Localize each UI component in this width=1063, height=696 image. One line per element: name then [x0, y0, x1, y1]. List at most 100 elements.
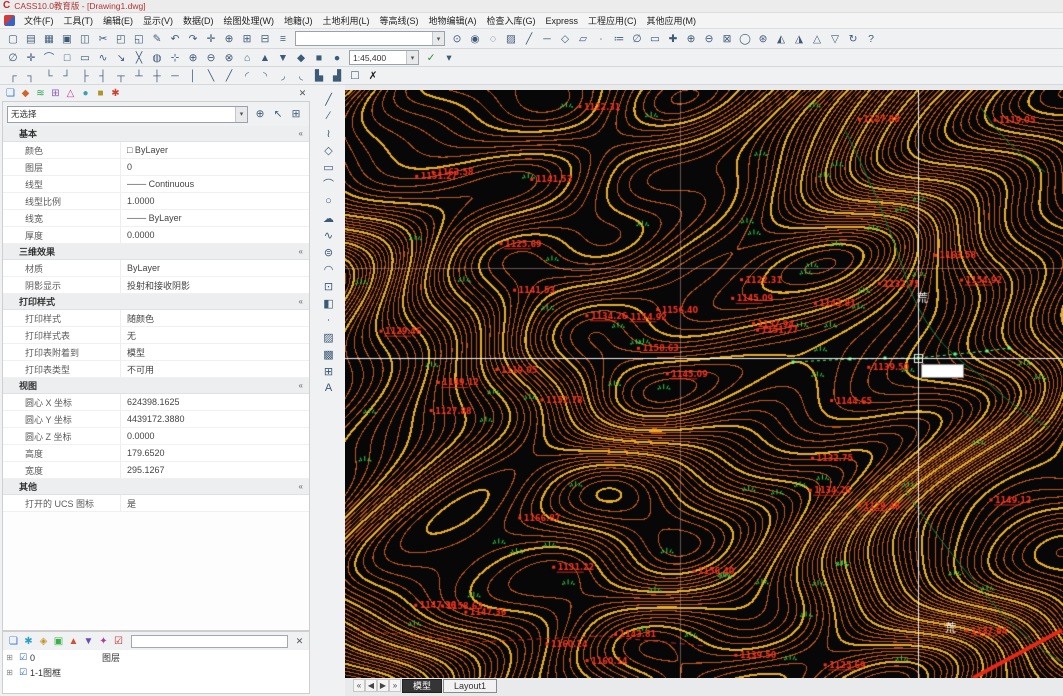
polyline-icon[interactable]: ≀ — [319, 125, 339, 141]
spline-tool-icon[interactable]: ∿ — [94, 50, 112, 65]
diamond-tool-icon[interactable]: ◆ — [292, 50, 310, 65]
layer-row[interactable]: 1-1图框 — [3, 665, 309, 680]
render-icon[interactable]: ◮ — [790, 31, 808, 46]
zoom-extents-icon[interactable]: ⊠ — [718, 31, 736, 46]
collapse-icon[interactable] — [299, 247, 303, 256]
arc-tool-icon[interactable]: ⌒ — [40, 50, 58, 65]
property-value[interactable]: 0.0000 — [121, 227, 309, 243]
color-control-icon[interactable]: ▨ — [502, 31, 520, 46]
property-value[interactable]: 4439172.3880 — [121, 411, 309, 427]
menu-item[interactable]: 土地利用(L) — [318, 13, 375, 28]
menu-item[interactable]: 数据(D) — [178, 13, 219, 28]
open-icon[interactable]: ▤ — [22, 31, 40, 46]
properties-panel-close-icon[interactable] — [296, 87, 309, 100]
property-value[interactable]: 随颜色 — [121, 310, 309, 326]
property-section-header[interactable]: 基本 — [3, 126, 309, 142]
property-value[interactable]: 模型 — [121, 344, 309, 360]
line-icon[interactable]: ╱ — [319, 91, 339, 107]
collapse-icon[interactable] — [299, 129, 303, 138]
lower-icon[interactable]: ▼ — [274, 50, 292, 65]
tee-right-icon[interactable]: ┤ — [94, 68, 112, 83]
help-icon[interactable]: ? — [862, 31, 880, 46]
scale-combo[interactable]: 1:45,400 — [349, 50, 419, 65]
dot-tool-icon[interactable]: ● — [328, 50, 346, 65]
zoom-window-icon[interactable]: ⊞ — [238, 31, 256, 46]
pan-icon[interactable]: ✛ — [202, 31, 220, 46]
view-down-icon[interactable]: ▽ — [826, 31, 844, 46]
corner-bl-icon[interactable]: └ — [40, 68, 58, 83]
corner-br-icon[interactable]: ┘ — [58, 68, 76, 83]
layer-visibility-checkbox[interactable] — [16, 652, 30, 663]
cass-grid-icon[interactable]: ⊞ — [48, 86, 63, 101]
node-snap-icon[interactable]: ⊹ — [166, 50, 184, 65]
osnap-endpoint-icon[interactable]: ∅ — [4, 50, 22, 65]
zoom-in-icon[interactable]: ⊕ — [682, 31, 700, 46]
tab-layout1[interactable]: Layout1 — [443, 679, 497, 693]
property-value[interactable]: 投射和接收阴影 — [121, 277, 309, 293]
menu-item[interactable]: 工程应用(C) — [583, 13, 642, 28]
model-canvas[interactable] — [345, 90, 1063, 678]
layer-color-icon[interactable]: ▣ — [51, 634, 66, 649]
collapse-icon[interactable] — [299, 297, 303, 306]
vline-icon[interactable]: │ — [184, 68, 202, 83]
hatch-tool-icon[interactable]: ◍ — [148, 50, 166, 65]
break-tool-icon[interactable]: ╳ — [130, 50, 148, 65]
erase-icon[interactable]: ✗ — [364, 68, 382, 83]
layers-filter-input[interactable] — [131, 635, 288, 648]
menu-item[interactable]: 编辑(E) — [98, 13, 138, 28]
cut-icon[interactable]: ✂ — [94, 31, 112, 46]
chevron-down-icon[interactable] — [406, 51, 418, 64]
menu-item[interactable]: 地籍(J) — [279, 13, 318, 28]
tee-left-icon[interactable]: ├ — [76, 68, 94, 83]
ellipse-arc-icon[interactable]: ◠ — [319, 261, 339, 277]
dimension-style-icon[interactable]: ▱ — [574, 31, 592, 46]
arc-icon[interactable]: ⌒ — [319, 176, 339, 192]
new-icon[interactable]: ▢ — [4, 31, 22, 46]
make-object-layer-icon[interactable]: ◉ — [466, 31, 484, 46]
tab-model[interactable]: 模型 — [402, 679, 442, 693]
property-value[interactable]: 179.6520 — [121, 445, 309, 461]
arc-bl-icon[interactable]: ◟ — [292, 68, 310, 83]
layer-new-icon[interactable]: ❏ — [6, 634, 21, 649]
property-value[interactable]: 624398.1625 — [121, 394, 309, 410]
arc-br-icon[interactable]: ◞ — [274, 68, 292, 83]
property-value[interactable]: 0.0000 — [121, 428, 309, 444]
box-icon[interactable]: ☐ — [346, 68, 364, 83]
tee-top-icon[interactable]: ┬ — [112, 68, 130, 83]
tab-first-icon[interactable]: « — [353, 679, 365, 692]
rect-tool-icon[interactable]: ▭ — [76, 50, 94, 65]
zoom-previous-icon[interactable]: ⊟ — [256, 31, 274, 46]
home-view-icon[interactable]: ⌂ — [238, 50, 256, 65]
rectangle-icon[interactable]: ▭ — [319, 159, 339, 175]
arc-tl-icon[interactable]: ◜ — [238, 68, 256, 83]
table-icon[interactable]: ⊞ — [319, 363, 339, 379]
plot-icon[interactable]: ▣ — [58, 31, 76, 46]
quad-bl-icon[interactable]: ▙ — [310, 68, 328, 83]
leader-tool-icon[interactable]: ↘ — [112, 50, 130, 65]
property-value[interactable]: 295.1267 — [121, 462, 309, 478]
property-value[interactable]: 0 — [121, 159, 309, 175]
tab-prev-icon[interactable]: ◀ — [365, 679, 377, 692]
layer-lock-icon[interactable]: ◈ — [36, 634, 51, 649]
chevron-down-icon[interactable] — [235, 107, 247, 122]
plot-preview-icon[interactable]: ◫ — [76, 31, 94, 46]
property-value[interactable]: □ ByLayer — [121, 142, 309, 158]
lineweight-control-icon[interactable]: ─ — [538, 31, 556, 46]
layers-panel-close-icon[interactable] — [293, 635, 306, 648]
osnap-intersection-icon[interactable]: ✛ — [22, 50, 40, 65]
property-value[interactable]: 1.0000 — [121, 193, 309, 209]
quick-select-icon[interactable]: ⊞ — [287, 107, 305, 122]
construction-line-icon[interactable]: ∕ — [319, 108, 339, 124]
point-style-icon[interactable]: ∙ — [592, 31, 610, 46]
layer-combo[interactable] — [295, 31, 445, 46]
apply-scale-icon[interactable]: ✓ — [422, 50, 440, 65]
zoom-out-icon[interactable]: ⊖ — [700, 31, 718, 46]
distance-icon[interactable]: ∅ — [628, 31, 646, 46]
shade-icon[interactable]: ◭ — [772, 31, 790, 46]
make-block-icon[interactable]: ◧ — [319, 295, 339, 311]
paste-icon[interactable]: ◱ — [130, 31, 148, 46]
tab-next-icon[interactable]: ▶ — [377, 679, 389, 692]
property-section-header[interactable]: 视图 — [3, 378, 309, 394]
layer-isolate-icon[interactable]: ◌ — [484, 31, 502, 46]
property-value[interactable]: ─── Continuous — [121, 176, 309, 192]
